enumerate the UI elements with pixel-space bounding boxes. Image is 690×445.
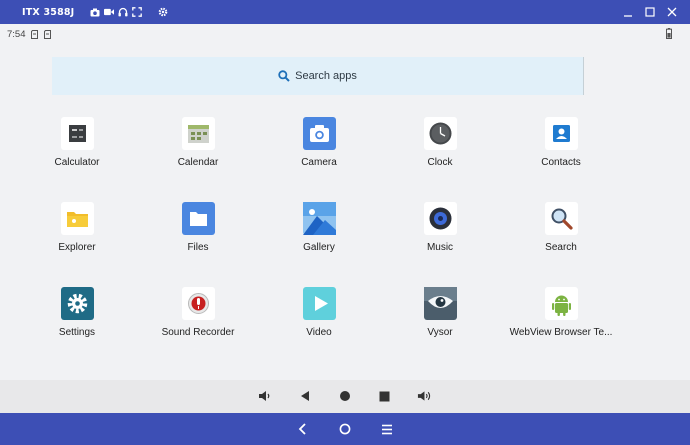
vysor-eye-icon [424, 287, 457, 320]
explorer-folder-icon [61, 202, 94, 235]
app-label: Contacts [541, 157, 581, 168]
volume-down-icon[interactable] [258, 389, 272, 403]
search-icon [278, 70, 290, 82]
status-notification-icons [30, 29, 51, 39]
app-files[interactable]: Files [138, 202, 258, 262]
close-button[interactable] [666, 6, 678, 18]
nav-back-icon[interactable] [295, 421, 311, 437]
screenshot-camera-icon[interactable] [90, 7, 100, 17]
app-gallery[interactable]: Gallery [259, 202, 379, 262]
app-vysor[interactable]: Vysor [380, 287, 500, 347]
app-contacts[interactable]: Contacts [501, 117, 621, 177]
minimize-button[interactable] [622, 6, 634, 18]
magnifier-icon [545, 202, 578, 235]
app-settings[interactable]: Settings [17, 287, 137, 347]
app-label: Music [426, 242, 454, 253]
app-calendar[interactable]: Calendar [138, 117, 258, 177]
search-placeholder: Search apps [295, 70, 357, 82]
app-camera[interactable]: Camera [259, 117, 379, 177]
android-icon [545, 287, 578, 320]
window-title-bar: ITX 3588J [0, 0, 690, 24]
app-label: Vysor [427, 327, 453, 338]
host-control-bar [0, 380, 690, 413]
app-label: Calculator [54, 157, 100, 168]
app-label: Clock [427, 157, 453, 168]
music-speaker-icon [424, 202, 457, 235]
headphones-icon[interactable] [118, 7, 128, 17]
app-label: Files [187, 242, 209, 253]
volume-up-icon[interactable] [417, 389, 431, 403]
app-label: Video [306, 327, 332, 338]
settings-gear-icon [61, 287, 94, 320]
nav-menu-icon[interactable] [379, 421, 395, 437]
app-label: Camera [301, 157, 337, 168]
gear-icon[interactable] [158, 7, 168, 17]
app-video[interactable]: Video [259, 287, 379, 347]
app-label: Calendar [177, 157, 219, 168]
recents-square-icon[interactable] [377, 389, 391, 403]
clock-icon [424, 117, 457, 150]
sd-card-icon [43, 29, 51, 39]
app-sound-recorder[interactable]: Sound Recorder [138, 287, 258, 347]
nav-home-icon[interactable] [337, 421, 353, 437]
back-triangle-icon[interactable] [298, 389, 312, 403]
home-circle-icon[interactable] [338, 389, 352, 403]
app-label: WebView Browser Te... [509, 327, 613, 338]
sd-card-icon [30, 29, 38, 39]
app-webview-browser[interactable]: WebView Browser Te... [501, 287, 621, 347]
title-bar-icons [90, 7, 168, 17]
calculator-icon [61, 117, 94, 150]
video-record-icon[interactable] [104, 7, 115, 17]
app-label: Explorer [58, 242, 96, 253]
app-search[interactable]: Search [501, 202, 621, 262]
app-explorer[interactable]: Explorer [17, 202, 137, 262]
status-time: 7:54 [7, 28, 26, 40]
app-calculator[interactable]: Calculator [17, 117, 137, 177]
status-bar: 7:54 [0, 24, 690, 44]
play-icon [303, 287, 336, 320]
app-label: Settings [58, 327, 96, 338]
app-label: Search [545, 242, 577, 253]
window-controls [622, 0, 678, 24]
android-nav-bar [0, 413, 690, 445]
app-clock[interactable]: Clock [380, 117, 500, 177]
gallery-icon [303, 202, 336, 235]
fullscreen-icon[interactable] [132, 7, 143, 17]
camera-icon [303, 117, 336, 150]
contacts-icon [545, 117, 578, 150]
app-label: Gallery [303, 242, 335, 253]
app-music[interactable]: Music [380, 202, 500, 262]
window-title: ITX 3588J [22, 6, 75, 18]
screen: ITX 3588J 7:54 Search apps Calculator Ca… [0, 0, 690, 445]
maximize-button[interactable] [644, 6, 656, 18]
microphone-icon [182, 287, 215, 320]
battery-icon [666, 28, 672, 42]
files-folder-icon [182, 202, 215, 235]
search-apps-bar[interactable]: Search apps [52, 57, 584, 95]
calendar-icon [182, 117, 215, 150]
app-label: Sound Recorder [161, 327, 235, 338]
